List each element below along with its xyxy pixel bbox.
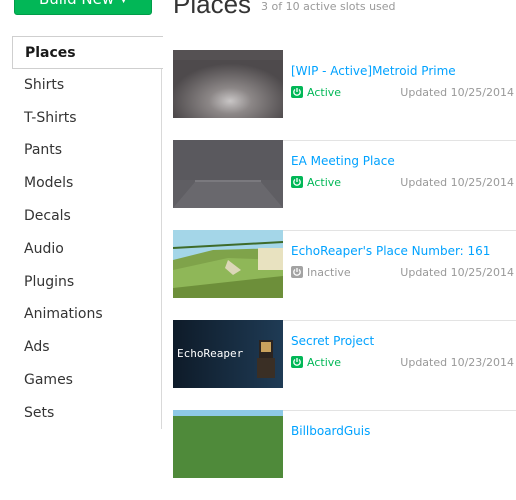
- sidebar-item-label: Games: [24, 371, 73, 388]
- power-icon: [291, 356, 303, 368]
- place-status-text: Inactive: [307, 266, 351, 279]
- place-thumbnail[interactable]: [173, 410, 283, 478]
- power-icon: [291, 176, 303, 188]
- sidebar-item-label: Decals: [24, 207, 71, 224]
- caret-down-icon: ▼: [120, 0, 128, 5]
- place-status-text: Active: [307, 176, 342, 189]
- place-status: Active: [291, 176, 341, 189]
- place-name-link[interactable]: Secret Project: [291, 334, 374, 348]
- power-icon: [291, 86, 303, 98]
- sidebar-item-decals[interactable]: Decals: [0, 200, 161, 233]
- sidebar-item-label: Models: [24, 175, 74, 192]
- sidebar-item-games[interactable]: Games: [0, 364, 161, 397]
- place-thumbnail[interactable]: [173, 140, 283, 208]
- place-row: [WIP - Active]Metroid Prime Active Updat…: [173, 50, 516, 141]
- sidebar-item-sets[interactable]: Sets: [0, 397, 161, 430]
- place-status-text: Active: [307, 86, 342, 99]
- sidebar-item-label: Audio: [24, 240, 64, 257]
- sidebar-item-label: Ads: [24, 339, 50, 356]
- sidebar-item-label: Plugins: [24, 273, 75, 290]
- place-row: EA Meeting Place Active Updated 10/25/20…: [173, 140, 516, 231]
- place-thumbnail[interactable]: EchoReaper: [173, 320, 283, 388]
- sidebar-item-t-shirts[interactable]: T-Shirts: [0, 102, 161, 135]
- active-slots-text: 3 of 10 active slots used: [261, 0, 396, 13]
- sidebar-item-animations[interactable]: Animations: [0, 298, 161, 331]
- thumbnail-caption: EchoReaper: [177, 347, 244, 360]
- sidebar: Places Shirts T-Shirts Pants Models Deca…: [0, 36, 163, 430]
- place-name-link[interactable]: EchoReaper's Place Number: 161: [291, 244, 490, 258]
- place-row: EchoReaper Secret Project Active Updated…: [173, 320, 516, 411]
- sidebar-item-label: Animations: [24, 306, 103, 323]
- sidebar-item-label: Sets: [24, 404, 55, 421]
- sidebar-item-label: Places: [25, 45, 76, 61]
- sidebar-item-models[interactable]: Models: [0, 167, 161, 200]
- place-status: Active: [291, 86, 341, 99]
- place-updated: Updated 10/23/2014: [400, 356, 514, 369]
- sidebar-item-pants[interactable]: Pants: [0, 134, 161, 167]
- place-updated: Updated 10/25/2014: [400, 176, 514, 189]
- sidebar-item-label: T-Shirts: [24, 109, 77, 126]
- sidebar-item-audio[interactable]: Audio: [0, 233, 161, 266]
- sidebar-item-label: Pants: [24, 142, 63, 159]
- place-updated: Updated 10/25/2014: [400, 86, 514, 99]
- place-thumbnail[interactable]: [173, 230, 283, 298]
- place-row: BillboardGuis: [173, 410, 516, 500]
- sidebar-item-ads[interactable]: Ads: [0, 331, 161, 364]
- place-thumbnail[interactable]: [173, 50, 283, 118]
- place-name-link[interactable]: BillboardGuis: [291, 424, 370, 438]
- sidebar-item-places[interactable]: Places: [12, 36, 163, 69]
- power-icon: [291, 266, 303, 278]
- place-status-text: Active: [307, 356, 342, 369]
- place-updated: Updated 10/25/2014: [400, 266, 514, 279]
- build-new-button[interactable]: Build New ▼: [14, 0, 152, 15]
- place-status: Inactive: [291, 266, 351, 279]
- place-name-link[interactable]: [WIP - Active]Metroid Prime: [291, 64, 456, 78]
- place-row: EchoReaper's Place Number: 161 Inactive …: [173, 230, 516, 321]
- sidebar-item-label: Shirts: [24, 76, 65, 93]
- sidebar-item-plugins[interactable]: Plugins: [0, 266, 161, 299]
- page-title: Places: [173, 0, 252, 19]
- build-new-label: Build New: [39, 0, 114, 8]
- place-status: Active: [291, 356, 341, 369]
- sidebar-item-shirts[interactable]: Shirts: [0, 69, 161, 102]
- place-name-link[interactable]: EA Meeting Place: [291, 154, 395, 168]
